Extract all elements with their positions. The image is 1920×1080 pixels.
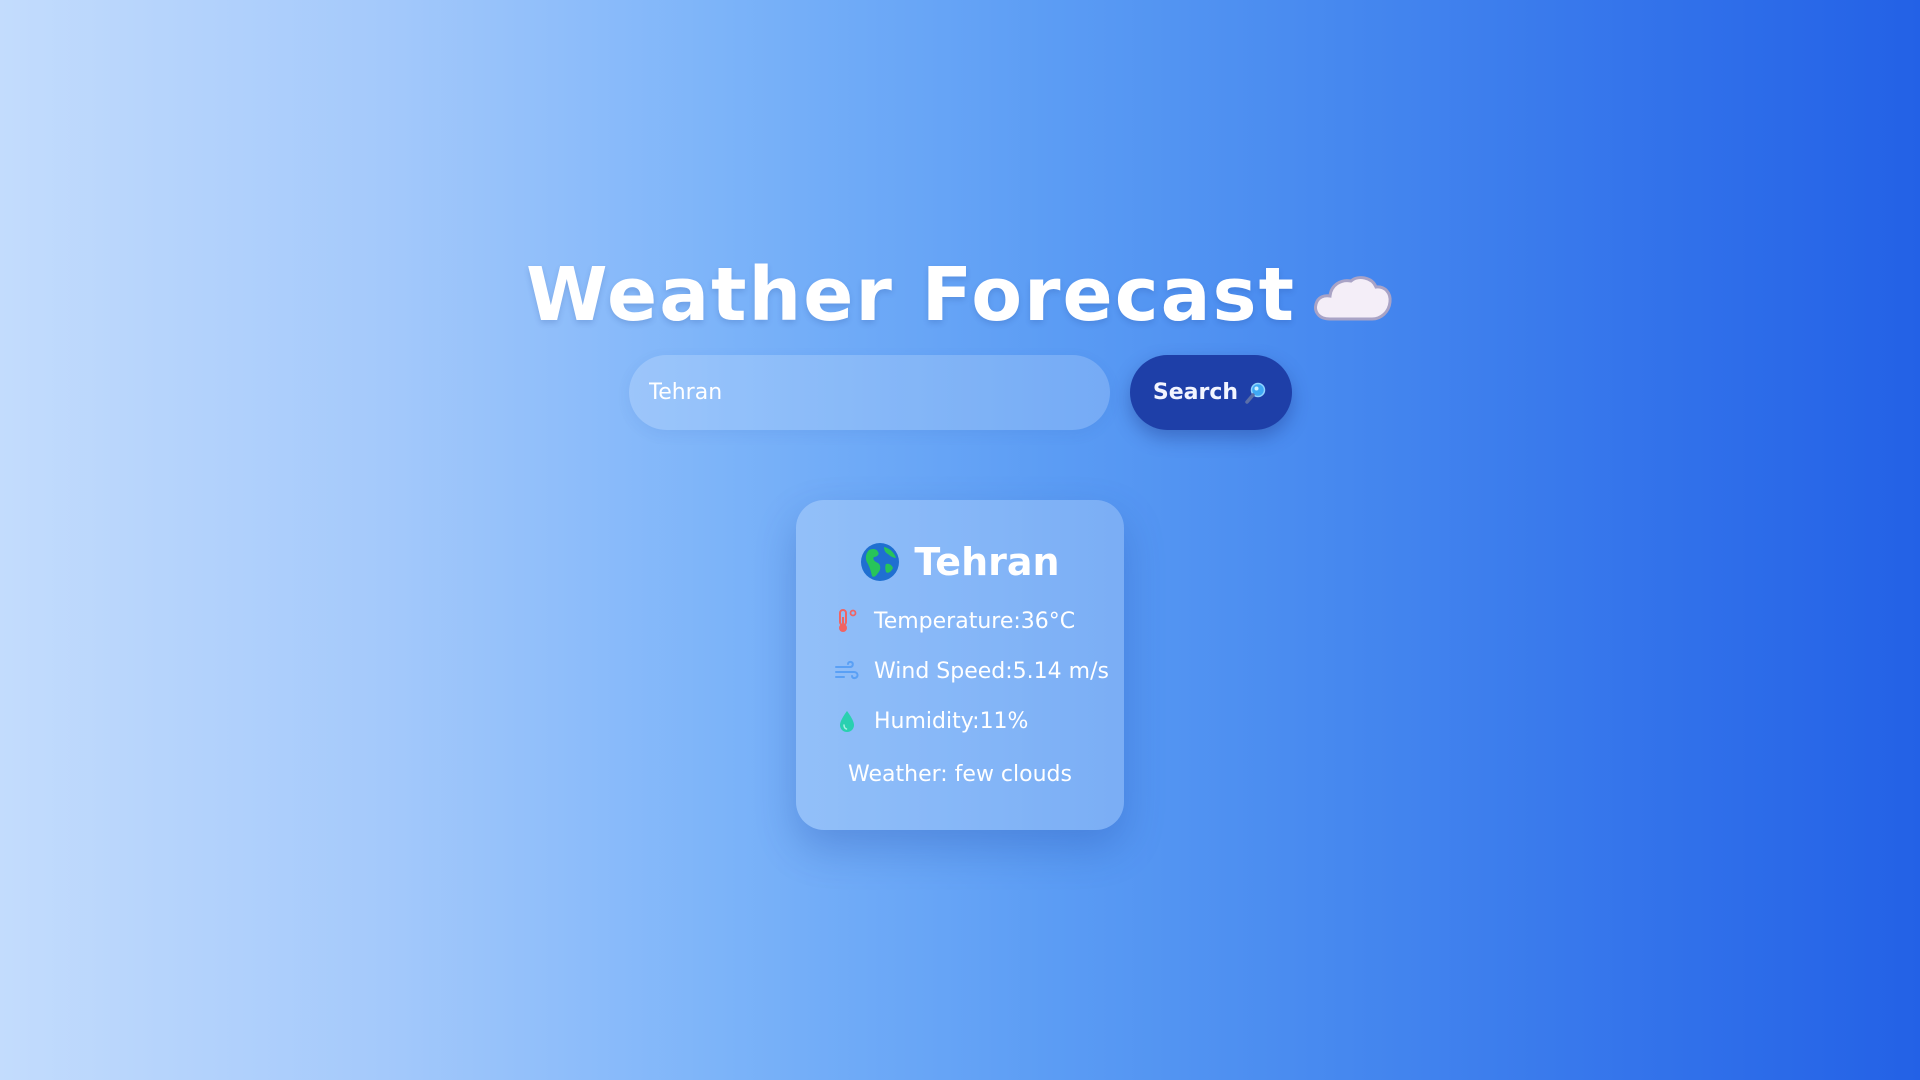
cloud-icon [1313, 276, 1392, 321]
droplet-icon [840, 711, 854, 732]
city-search-input[interactable] [628, 355, 1110, 430]
search-button[interactable]: Search [1129, 355, 1292, 430]
globe-icon [861, 543, 900, 581]
magnifier-icon [1245, 382, 1266, 404]
weather-card: Tehran Temperature:36°C Wind Speed:5.14 … [796, 500, 1124, 830]
humidity-row: Humidity:11% [834, 708, 1028, 734]
wind-icon [835, 660, 859, 680]
wind-speed-row: Wind Speed:5.14 m/s [834, 658, 1109, 684]
temperature-row: Temperature:36°C [834, 608, 1075, 634]
weather-description: Weather: few clouds [848, 762, 1072, 787]
search-button-label: Search [1152, 380, 1239, 405]
temperature-value: Temperature:36°C [874, 608, 1076, 634]
humidity-value: Humidity:11% [874, 708, 1029, 734]
page-title: Weather Forecast [526, 252, 1296, 338]
thermometer-icon [839, 609, 857, 632]
wind-speed-value: Wind Speed:5.14 m/s [874, 658, 1109, 684]
header: Weather Forecast [0, 250, 1920, 340]
city-heading: Tehran [796, 540, 1124, 584]
city-name: Tehran [914, 540, 1060, 584]
search-bar: Search [0, 355, 1920, 430]
